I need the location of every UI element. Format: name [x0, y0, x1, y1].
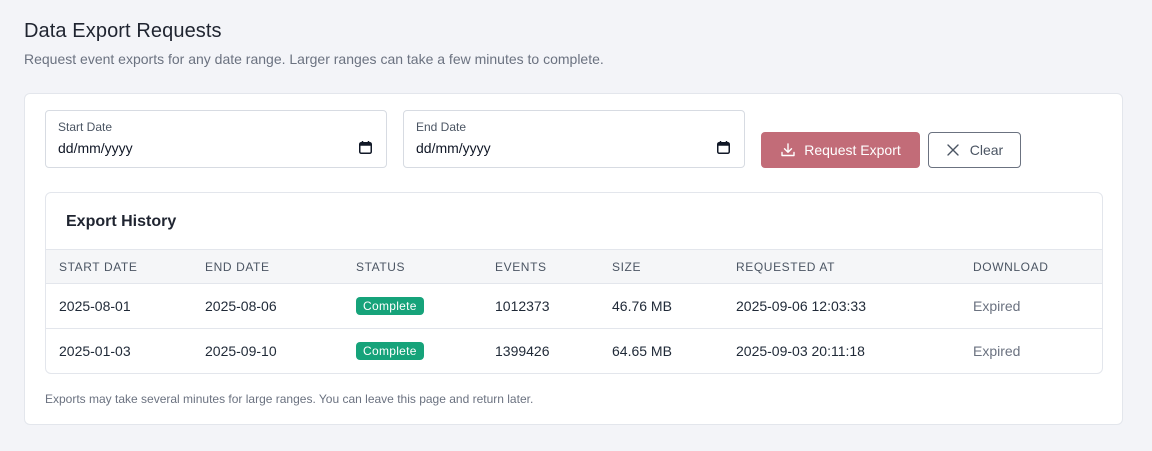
clear-label: Clear	[969, 142, 1004, 158]
start-date-value[interactable]: dd/mm/yyyy	[58, 140, 133, 156]
table-header-row: START DATE END DATE STATUS EVENTS SIZE R…	[46, 249, 1102, 284]
cell-events: 1012373	[495, 298, 550, 314]
cell-requested-at: 2025-09-03 20:11:18	[736, 343, 865, 359]
export-card: Start Date dd/mm/yyyy End Date dd/mm/yyy…	[24, 93, 1123, 425]
status-badge: Complete	[356, 297, 424, 315]
close-icon	[947, 144, 959, 156]
cell-start-date: 2025-01-03	[59, 343, 131, 359]
cell-requested-at: 2025-09-06 12:03:33	[736, 298, 866, 314]
column-header-status: STATUS	[356, 259, 406, 274]
footnote: Exports may take several minutes for lar…	[45, 392, 534, 406]
column-header-requested-at: REQUESTED AT	[736, 259, 835, 274]
column-header-events: EVENTS	[495, 259, 547, 274]
calendar-icon[interactable]	[359, 141, 372, 154]
download-icon	[781, 143, 795, 157]
cell-download: Expired	[973, 343, 1021, 359]
table-row: 2025-01-03 2025-09-10 Complete 1399426 6…	[46, 329, 1102, 374]
cell-status: Complete	[343, 329, 482, 374]
column-header-end-date: END DATE	[205, 259, 270, 274]
cell-end-date: 2025-09-10	[205, 343, 277, 359]
table-row: 2025-08-01 2025-08-06 Complete 1012373 4…	[46, 284, 1102, 329]
page: Data Export Requests Request event expor…	[0, 0, 1152, 451]
column-header-start-date: START DATE	[59, 259, 138, 274]
request-export-label: Request Export	[804, 142, 901, 158]
export-history-title: Export History	[66, 213, 177, 230]
cell-start-date: 2025-08-01	[59, 298, 131, 314]
cell-status: Complete	[343, 284, 482, 329]
export-history-panel: Export History START DATE END DATE STATU…	[45, 192, 1103, 374]
cell-download: Expired	[973, 298, 1021, 314]
export-history-table: START DATE END DATE STATUS EVENTS SIZE R…	[46, 249, 1102, 374]
column-header-download: DOWNLOAD	[973, 259, 1049, 274]
cell-events: 1399426	[495, 343, 550, 359]
start-date-label: Start Date	[58, 120, 113, 134]
calendar-icon[interactable]	[717, 141, 730, 154]
page-title: Data Export Requests	[24, 20, 222, 42]
cell-end-date: 2025-08-06	[205, 298, 277, 314]
page-subtitle: Request event exports for any date range…	[24, 51, 604, 67]
end-date-value[interactable]: dd/mm/yyyy	[416, 140, 491, 156]
clear-button[interactable]: Clear	[928, 132, 1021, 168]
status-badge: Complete	[356, 342, 424, 360]
end-date-label: End Date	[416, 120, 467, 134]
cell-size: 46.76 MB	[612, 298, 672, 314]
request-export-button[interactable]: Request Export	[761, 132, 920, 168]
column-header-size: SIZE	[612, 259, 642, 274]
start-date-field[interactable]: Start Date dd/mm/yyyy	[45, 110, 387, 168]
end-date-field[interactable]: End Date dd/mm/yyyy	[403, 110, 745, 168]
cell-size: 64.65 MB	[612, 343, 672, 359]
